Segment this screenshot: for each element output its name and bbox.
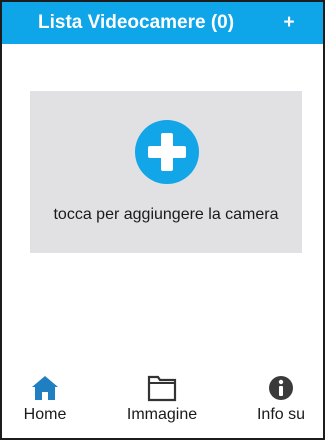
tab-images-label: Immagine — [126, 406, 198, 423]
tab-home-label: Home — [23, 406, 67, 423]
tab-images[interactable]: Immagine — [98, 368, 226, 438]
empty-state-message: tocca per aggiungere la camera — [53, 206, 279, 223]
top-bar: Lista Videocamere (0) + — [2, 2, 323, 44]
home-icon — [32, 376, 58, 400]
add-camera-button[interactable]: + — [279, 2, 299, 44]
plus-circle-icon[interactable] — [135, 120, 199, 184]
app-window: Lista Videocamere (0) + tocca per aggiun… — [0, 0, 325, 440]
tab-info[interactable]: Info su — [238, 368, 323, 438]
tab-home[interactable]: Home — [2, 368, 88, 438]
folder-icon — [147, 375, 177, 402]
add-camera-card[interactable]: tocca per aggiungere la camera — [30, 91, 302, 253]
bottom-tab-bar: Home Immagine Info su — [2, 368, 323, 438]
info-icon — [269, 376, 293, 400]
tab-info-label: Info su — [256, 406, 306, 423]
page-title: Lista Videocamere (0) — [38, 12, 235, 33]
